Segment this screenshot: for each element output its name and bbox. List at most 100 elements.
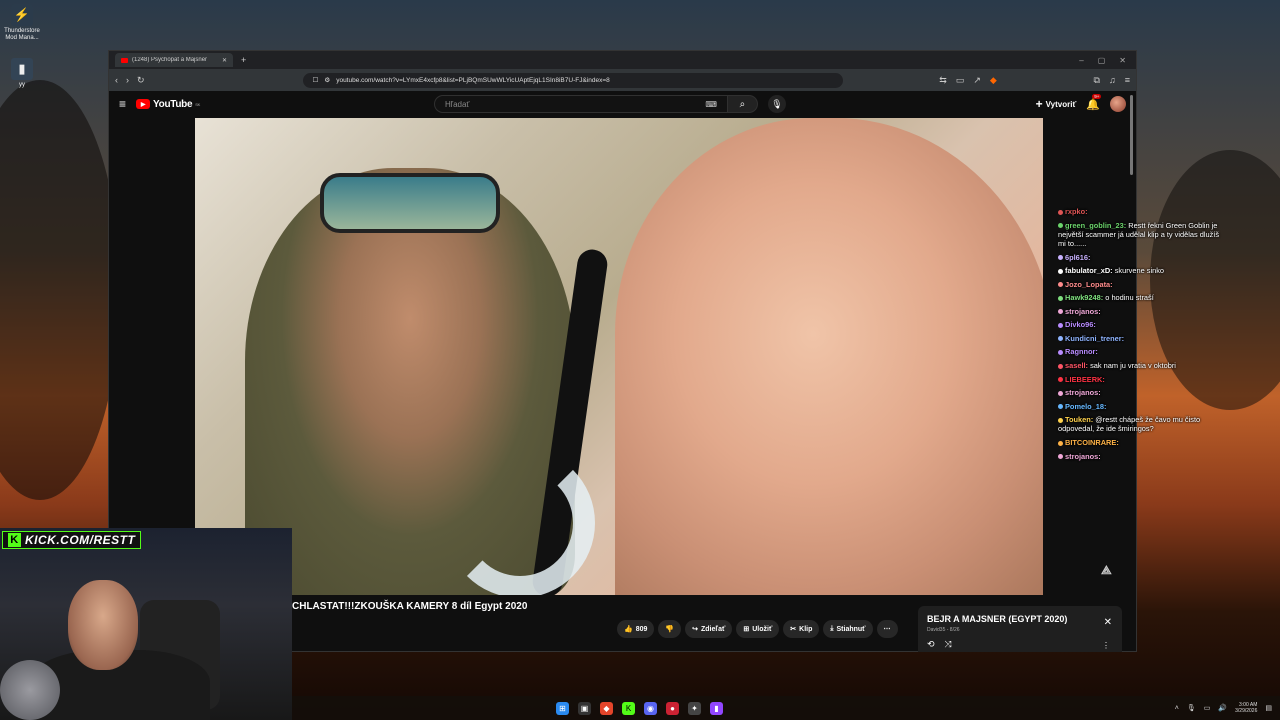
chat-message: 6pl616: bbox=[1058, 253, 1228, 262]
kick-banner: K KICK.COM/RESTT bbox=[2, 531, 142, 549]
chat-message: rxpko: bbox=[1058, 207, 1228, 216]
video-sunglasses bbox=[320, 173, 500, 233]
chat-username: rxpko: bbox=[1065, 207, 1088, 216]
new-tab-icon[interactable]: + bbox=[241, 55, 246, 65]
chat-username: strojanos: bbox=[1065, 451, 1101, 461]
loop-icon[interactable]: ⟲ bbox=[927, 639, 935, 650]
avatar[interactable] bbox=[1110, 96, 1126, 112]
dislike-button[interactable]: 👎 bbox=[658, 620, 682, 638]
site-info-icon[interactable]: ⚙ bbox=[324, 76, 330, 84]
maximize-icon[interactable]: ▢ bbox=[1098, 56, 1106, 65]
share-icon[interactable]: ↗ bbox=[973, 75, 981, 86]
tab-bar: (1248) Psychopat a Majsner ✕ + – ▢ ✕ bbox=[109, 51, 1136, 69]
download-label: Stiahnuť bbox=[836, 625, 866, 633]
close-window-icon[interactable]: ✕ bbox=[1119, 56, 1126, 65]
scrollbar-thumb[interactable] bbox=[1129, 95, 1133, 175]
like-button[interactable]: 👍 809 bbox=[617, 620, 655, 638]
shuffle-icon[interactable]: ⤨ bbox=[945, 639, 952, 650]
search-button[interactable]: ⌕ bbox=[727, 95, 758, 113]
extensions-icon[interactable]: ⧉ bbox=[1094, 75, 1100, 86]
bookmark-add-icon: ⊞ bbox=[743, 626, 750, 633]
chat-badge-icon bbox=[1058, 336, 1063, 342]
nav-bar: ‹ › ↻ ☐ ⚙ youtube.com/watch?v=LYmxE4xcfp… bbox=[109, 69, 1136, 91]
discord-icon[interactable]: ◉ bbox=[644, 701, 657, 715]
chat-message: Divko96: bbox=[1058, 320, 1228, 329]
chat-badge-icon bbox=[1058, 223, 1063, 229]
chat-username: sasell: bbox=[1065, 360, 1089, 370]
desktop-icon-thunderstore[interactable]: ⚡ Thunderstore Mod Mana... bbox=[4, 4, 40, 41]
start-icon[interactable]: ⊞ bbox=[556, 701, 569, 715]
tab-youtube[interactable]: (1248) Psychopat a Majsner ✕ bbox=[115, 53, 233, 67]
twitch-icon[interactable]: ▮ bbox=[710, 701, 723, 715]
close-playlist-icon[interactable]: ✕ bbox=[1104, 617, 1112, 628]
chat-username: green_goblin_23: bbox=[1065, 220, 1127, 230]
address-bar[interactable]: ☐ ⚙ youtube.com/watch?v=LYmxE4xcfp8&list… bbox=[302, 72, 843, 88]
chat-message: LIEBEERK: bbox=[1058, 375, 1228, 384]
overlay-logo: ⟁ bbox=[1101, 563, 1112, 577]
translate-icon[interactable]: ⇆ bbox=[939, 75, 947, 86]
download-button[interactable]: ⤓ Stiahnuť bbox=[823, 620, 873, 638]
game-icon[interactable]: ✦ bbox=[688, 701, 701, 715]
reload-icon[interactable]: ↻ bbox=[137, 75, 145, 86]
keyboard-icon[interactable]: ⌨ bbox=[705, 100, 717, 109]
toolbar-extensions: ⧉ ♫ ≡ bbox=[1094, 75, 1130, 86]
chat-username: fabulator_xD: bbox=[1065, 266, 1113, 276]
youtube-logo[interactable]: ▶ YouTube SK bbox=[136, 99, 200, 110]
mascot-avatar bbox=[0, 660, 60, 720]
voice-search-button[interactable]: 🎙 bbox=[767, 95, 786, 113]
desktop-icon-yy[interactable]: ▮ yy bbox=[4, 58, 40, 89]
tray-chevron-icon[interactable]: ˄ bbox=[1175, 705, 1179, 712]
back-icon[interactable]: ‹ bbox=[115, 75, 118, 85]
video-player[interactable] bbox=[195, 118, 1043, 595]
bookmark-icon[interactable]: ☐ bbox=[313, 76, 319, 84]
clip-button[interactable]: ✂ Klip bbox=[783, 620, 820, 638]
save-label: Uložiť bbox=[752, 625, 773, 633]
chat-badge-icon bbox=[1058, 349, 1063, 355]
chat-badge-icon bbox=[1058, 363, 1063, 369]
save-button[interactable]: ⊞ Uložiť bbox=[736, 620, 780, 638]
create-button[interactable]: + Vytvoriť bbox=[1036, 97, 1077, 111]
chat-message: strojanos: bbox=[1058, 388, 1228, 397]
minimize-icon[interactable]: – bbox=[1079, 56, 1083, 65]
share-button[interactable]: ↪ Zdieľať bbox=[685, 620, 733, 638]
close-tab-icon[interactable]: ✕ bbox=[222, 57, 227, 64]
playlist-more-icon[interactable]: ⋮ bbox=[1102, 641, 1110, 650]
chat-badge-icon bbox=[1058, 377, 1063, 383]
hamburger-menu-icon[interactable]: ≡ bbox=[119, 97, 126, 111]
notification-center-icon[interactable]: ▤ bbox=[1265, 704, 1272, 712]
chat-message: BITCOINRARE: bbox=[1058, 438, 1228, 447]
shield-icon[interactable]: ◆ bbox=[990, 75, 997, 86]
chat-badge-icon bbox=[1058, 209, 1063, 215]
search-input[interactable]: Hľadať ⌨ bbox=[433, 95, 728, 113]
webcam-person-face bbox=[68, 580, 138, 670]
clock[interactable]: 3:00 AM 3/29/2026 bbox=[1235, 702, 1257, 715]
chat-badge-icon bbox=[1058, 309, 1063, 315]
play-logo-icon: ▶ bbox=[136, 99, 151, 109]
menu-icon[interactable]: ≡ bbox=[1125, 75, 1130, 86]
video-snorkel-tube bbox=[445, 448, 595, 595]
chat-username: Divko96: bbox=[1065, 320, 1096, 330]
more-actions-button[interactable]: ⋯ bbox=[876, 620, 898, 638]
share-label: Zdieľať bbox=[701, 625, 726, 633]
chat-message: Ragnnor: bbox=[1058, 347, 1228, 356]
youtube-header: ≡ ▶ YouTube SK Hľadať ⌨ ⌕ 🎙 + Vytvoriť 🔔… bbox=[109, 91, 1136, 117]
network-icon[interactable]: ▭ bbox=[1204, 704, 1211, 712]
brave-icon[interactable]: ◆ bbox=[600, 701, 613, 715]
task-view-icon[interactable]: ▣ bbox=[578, 701, 591, 715]
media-icon[interactable]: ♫ bbox=[1109, 75, 1116, 86]
microphone-icon[interactable]: 🎙 bbox=[1187, 704, 1196, 712]
chat-username: Jozo_Lopata: bbox=[1065, 279, 1113, 289]
chat-message: sasell: sak nam ju vratia v oktobri bbox=[1058, 361, 1228, 370]
kick-app-icon[interactable]: K bbox=[622, 701, 635, 715]
tab-title: (1248) Psychopat a Majsner bbox=[132, 57, 208, 63]
cast-icon[interactable]: ▭ bbox=[956, 75, 965, 86]
chat-username: Touken: bbox=[1065, 415, 1094, 425]
logo-region: SK bbox=[195, 101, 200, 107]
forward-icon[interactable]: › bbox=[126, 75, 129, 85]
playlist-panel: BEJR A MAJSNER (EGYPT 2020) David35 - 8/… bbox=[918, 606, 1122, 652]
volume-icon[interactable]: 🔊 bbox=[1218, 704, 1227, 712]
notifications-button[interactable]: 🔔 9+ bbox=[1086, 93, 1102, 111]
kick-logo-icon: K bbox=[8, 533, 21, 547]
taskbar-apps: ⊞ ▣ ◆ K ◉ ● ✦ ▮ bbox=[556, 701, 723, 715]
maps-icon[interactable]: ● bbox=[666, 701, 679, 715]
